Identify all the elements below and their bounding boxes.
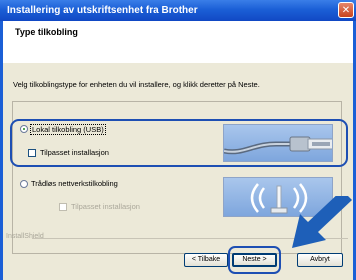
close-icon: ✕ [341,5,351,16]
instruction-text: Velg tilkoblingstype for enheten du vil … [13,80,260,89]
local-custom-install-checkbox[interactable] [28,149,36,157]
wireless-connection-radio[interactable] [20,180,28,188]
wireless-connection-label[interactable]: Trådløs nettverkstilkobling [31,179,118,188]
header-title: Type tilkobling [15,27,78,37]
dialog-header: Type tilkobling [3,21,353,64]
pointer-arrow-icon [292,196,352,248]
local-connection-radio[interactable] [20,125,28,133]
local-connection-label[interactable]: Lokal tilkobling (USB) [30,124,106,135]
title-bar[interactable]: Installering av utskriftsenhet fra Broth… [0,0,356,21]
window-title: Installering av utskriftsenhet fra Broth… [7,5,198,16]
local-custom-install-label[interactable]: Tilpasset installasjon [40,148,109,157]
back-button[interactable]: < Tilbake [184,253,228,267]
wireless-custom-install-checkbox[interactable] [59,203,67,211]
next-button[interactable]: Neste > [232,253,277,267]
usb-cable-icon [223,124,333,162]
wireless-custom-install-label: Tilpasset installasjon [71,202,140,211]
close-button[interactable]: ✕ [338,2,354,18]
cancel-button[interactable]: Avbryt [297,253,343,267]
